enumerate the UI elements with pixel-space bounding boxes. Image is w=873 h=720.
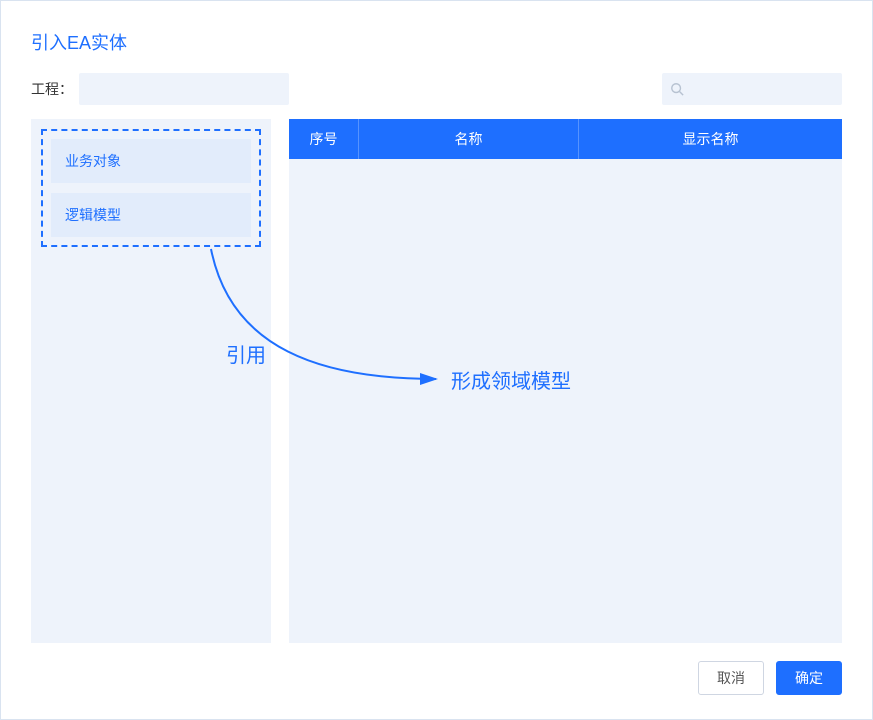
sidebar-item-label: 逻辑模型 [65,207,121,223]
cancel-button[interactable]: 取消 [698,661,764,695]
table-header-seq: 序号 [289,119,359,159]
sidebar-selection-group: 业务对象 逻辑模型 [41,129,261,247]
search-input[interactable] [662,73,842,105]
main-area: 业务对象 逻辑模型 序号 名称 显示名称 [31,119,842,643]
top-row: 工程： [31,73,842,105]
sidebar: 业务对象 逻辑模型 [31,119,271,643]
project-field-wrap: 工程： [31,73,289,105]
import-ea-entity-dialog: 引入EA实体 工程： 业务对象 逻辑模型 [0,0,873,720]
sidebar-item-label: 业务对象 [65,153,121,169]
table-header-name: 名称 [359,119,579,159]
table-header: 序号 名称 显示名称 [289,119,842,159]
search-icon [670,82,684,96]
dialog-footer: 取消 确定 [31,643,842,695]
project-input[interactable] [79,73,289,105]
project-label: 工程： [31,79,73,99]
content-area: 序号 名称 显示名称 [289,119,842,643]
table-header-display-name: 显示名称 [579,119,842,159]
sidebar-item-logical-model[interactable]: 逻辑模型 [51,193,251,237]
search-wrap [662,73,842,105]
table-body [289,159,842,643]
sidebar-item-business-object[interactable]: 业务对象 [51,139,251,183]
ok-button[interactable]: 确定 [776,661,842,695]
dialog-title: 引入EA实体 [31,29,842,55]
